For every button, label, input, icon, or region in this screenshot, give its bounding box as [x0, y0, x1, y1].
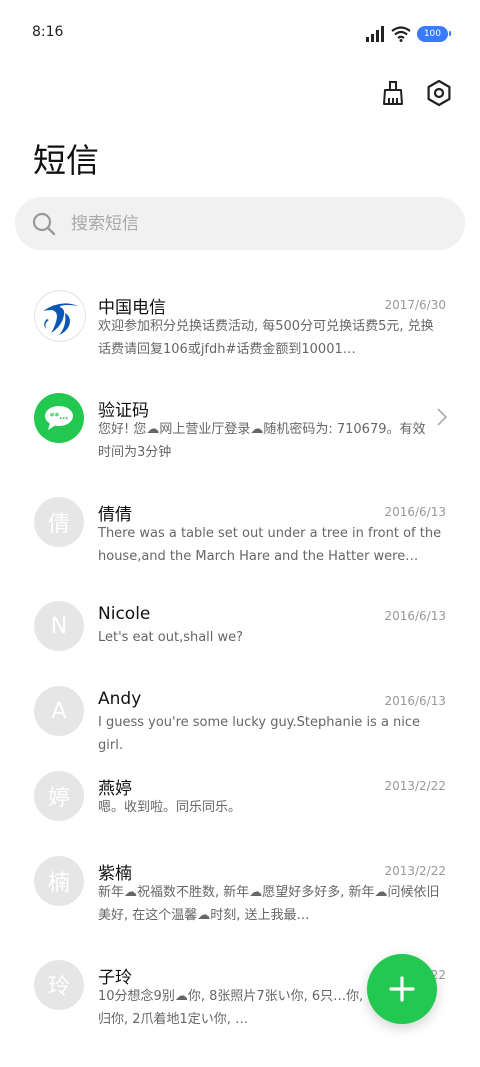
status-time: 8:16	[32, 24, 64, 40]
new-message-button[interactable]	[367, 954, 437, 1024]
message-date: 2013/2/22	[384, 864, 446, 878]
status-bar: 8:16 100	[0, 0, 480, 68]
conversation-item[interactable]: 中国电信 2017/6/30 欢迎参加积分兑换话费活动, 每500分可兑换话费5…	[0, 274, 480, 374]
settings-button[interactable]	[424, 78, 454, 108]
message-date: 2016/6/13	[384, 505, 446, 519]
message-bubble-icon: **…	[45, 406, 73, 430]
wifi-icon	[391, 26, 411, 42]
settings-icon	[427, 79, 451, 107]
plus-icon	[389, 976, 415, 1002]
conversation-item[interactable]: **… 验证码 您好! 您☁网上营业厅登录☁随机密码为: 710679。有效时间…	[0, 377, 480, 477]
avatar: A	[34, 686, 84, 736]
message-preview: Let's eat out,shall we?	[98, 630, 244, 645]
message-preview: There was a table set out under a tree i…	[98, 526, 442, 564]
china-telecom-logo-icon	[43, 303, 78, 335]
message-date: 2016/6/13	[384, 694, 446, 708]
chevron-right-icon[interactable]	[434, 407, 450, 427]
battery-indicator: 100	[416, 26, 452, 42]
avatar: 婷	[34, 771, 84, 821]
message-date: 2017/6/30	[384, 298, 446, 312]
avatar: 玲	[34, 960, 84, 1010]
broom-icon	[383, 81, 403, 105]
signal-icon	[365, 26, 384, 42]
page-title: 短信	[33, 141, 99, 180]
contact-name: Nicole	[98, 604, 151, 624]
message-preview: 新年☁祝福数不胜数, 新年☁愿望好多好多, 新年☁问候依旧美好, 在这个温馨☁时…	[98, 885, 440, 923]
svg-text:**…: **…	[50, 412, 68, 422]
conversation-item[interactable]: 楠 紫楠 2013/2/22 新年☁祝福数不胜数, 新年☁愿望好多好多, 新年☁…	[0, 840, 480, 940]
search-icon	[32, 212, 56, 235]
status-icons: 100	[365, 24, 452, 44]
message-preview: 您好! 您☁网上营业厅登录☁随机密码为: 710679。有效时间为3分钟	[98, 422, 426, 460]
search-input[interactable]	[69, 212, 413, 235]
avatar: 倩	[34, 497, 84, 547]
china-telecom-avatar	[34, 290, 86, 342]
message-preview: I guess you're some lucky guy.Stephanie …	[98, 715, 421, 753]
conversation-item[interactable]: 倩 倩倩 2016/6/13 There was a table set out…	[0, 481, 480, 581]
search-bar[interactable]	[15, 197, 465, 250]
message-preview: 嗯。收到啦。同乐同乐。	[98, 800, 242, 815]
clean-button[interactable]	[378, 78, 408, 108]
top-actions	[378, 78, 454, 108]
message-date: 2013/2/22	[384, 779, 446, 793]
contact-name: Andy	[98, 689, 142, 709]
verification-code-avatar: **…	[34, 393, 84, 443]
avatar: 楠	[34, 856, 84, 906]
message-date: 2016/6/13	[384, 609, 446, 623]
message-preview: 欢迎参加积分兑换话费活动, 每500分可兑换话费5元, 兑换话费请回复106或j…	[98, 319, 434, 357]
avatar: N	[34, 601, 84, 651]
